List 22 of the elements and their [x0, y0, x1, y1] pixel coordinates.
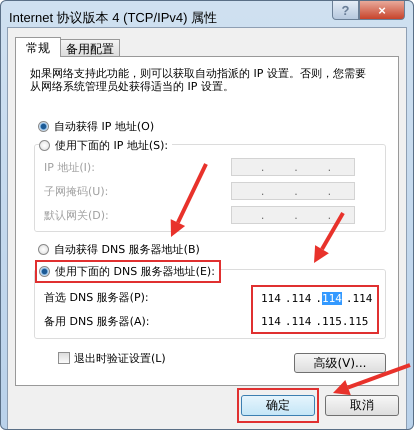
arrow-annotation — [312, 211, 345, 265]
field-label: 首选 DNS 服务器(P): — [44, 290, 150, 305]
radio-label[interactable]: 使用下面的 DNS 服务器地址(E): — [55, 264, 215, 279]
checkbox-label[interactable]: 退出时验证设置(L) — [74, 350, 166, 366]
radio-label[interactable]: 自动获得 IP 地址(O) — [54, 119, 154, 134]
radio-button[interactable] — [38, 121, 49, 132]
field-label: 默认网关(D): — [44, 208, 109, 222]
tab[interactable]: 常规 — [15, 37, 61, 57]
window-title: Internet 协议版本 4 (TCP/IPv4) 属性 — [8, 9, 218, 27]
tab[interactable]: 备用配置 — [60, 39, 120, 56]
field-label: 备用 DNS 服务器(A): — [44, 314, 150, 330]
checkbox[interactable] — [58, 352, 70, 364]
field-label: 子网掩码(U): — [44, 184, 108, 198]
radio-button[interactable] — [39, 140, 50, 151]
description-text: 如果网络支持此功能，则可以获取自动指派的 IP 设置。否则，您需要从网络系统管理员处获得适当的 IP 设置。 — [30, 67, 367, 93]
radio-button[interactable] — [39, 266, 50, 277]
radio-label[interactable]: 自动获得 DNS 服务器地址(B) — [54, 242, 200, 257]
ok-button[interactable]: 确定 — [241, 395, 315, 416]
advanced-button[interactable]: 高级(V)... — [294, 353, 386, 373]
radio-button[interactable] — [38, 244, 49, 255]
field-label: IP 地址(I): — [44, 160, 95, 174]
cancel-button[interactable]: 取消 — [325, 395, 399, 416]
